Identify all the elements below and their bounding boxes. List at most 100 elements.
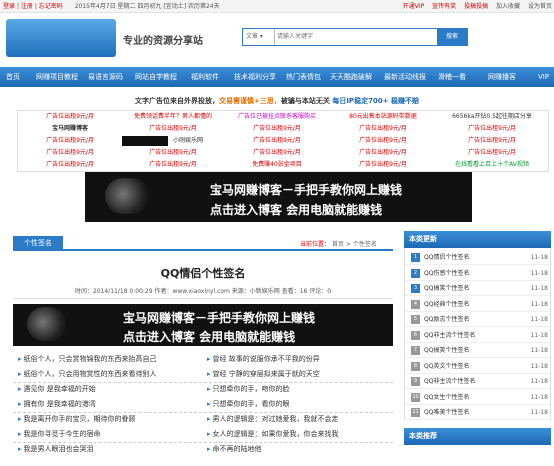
signature-text: 纸俗个人，只会用物赏性的东西来看待别人: [23, 370, 157, 378]
ad-slot[interactable]: 在线看看上百上十个AV视频: [436, 160, 548, 170]
nav-item-fun[interactable]: 滑稽一看: [438, 67, 466, 87]
breadcrumb-section[interactable]: 个性签名: [353, 241, 377, 248]
ad-slot[interactable]: 广告位出租9元/月: [436, 136, 548, 146]
sidebar-list-item[interactable]: 8 QQ英文个性签名 11-18: [405, 359, 552, 374]
bullet-icon: ▸: [207, 445, 211, 453]
sidebar-list-item[interactable]: 5 QQ励志个性签名 11-18: [405, 312, 552, 327]
sidebar-list: 1 QQ情侣个性签名 11-18 2 QQ伤感个性签名 11-18 3 QQ搞笑个性签名 11-…: [404, 248, 552, 420]
ad-slot[interactable]: 6656ka开钻0.5起往期店分享: [436, 112, 548, 122]
signature-item: ▸ 只想牵你的手，看你的眼: [207, 399, 290, 409]
sidebar-item-title[interactable]: QQ经典个性签名: [424, 297, 469, 312]
ad-slot[interactable]: 小刚娱乐网: [122, 136, 224, 146]
ad-slot[interactable]: 广告位已被挂点联系客服购买: [224, 112, 330, 122]
sidebar-item-title[interactable]: QQ非主流个性签名: [424, 374, 475, 389]
nav-item-vip[interactable]: VIP: [538, 67, 549, 87]
sidebar-item-date: 11-18: [530, 285, 548, 292]
signature-item: ▸ 曾经 宁静的穿层拟来属于就的天空: [207, 369, 320, 379]
nav-item-tech[interactable]: 技术福利分享: [234, 67, 276, 87]
sidebar-item-title[interactable]: QQ情侣个性签名: [424, 250, 469, 265]
sidebar-list-item[interactable]: 3 QQ搞笑个性签名 11-18: [405, 281, 552, 296]
ad-slot[interactable]: 广告位出租9元/月: [330, 160, 436, 170]
nav-item-emoji[interactable]: 热门表情包: [286, 67, 321, 87]
rank-badge: 6: [411, 330, 420, 340]
ad-slot[interactable]: 广告位出租9元/月: [330, 148, 436, 158]
ad-slot[interactable]: 免费赚40张金项目: [224, 160, 330, 170]
ad-slot[interactable]: 广告位出租9元/月: [330, 124, 436, 134]
ad-slot[interactable]: 广告位出租9元/月: [122, 160, 224, 170]
sidebar-list-item[interactable]: 2 QQ伤感个性签名 11-18: [405, 266, 552, 281]
set-homepage-link[interactable]: 设为首页: [528, 3, 552, 10]
bookmark-link[interactable]: 加入收藏: [496, 3, 520, 10]
nav-item-game[interactable]: 天天酷跑破解: [330, 67, 372, 87]
sidebar-list-item[interactable]: 9 QQ非主流个性签名 11-18: [405, 374, 552, 389]
article-banner[interactable]: 宝马网赚博客－手把手教你网上赚钱 点击进入博客 会用电脑就能赚钱: [13, 304, 393, 346]
ad-slot[interactable]: 广告位出租9元/月: [18, 160, 122, 170]
ad-slot[interactable]: 广告位出租9元/月: [122, 148, 224, 158]
divider: [13, 298, 393, 299]
sidebar-item-title[interactable]: QQ搞笑个性签名: [424, 343, 469, 358]
article-meta: 时间：2014/11/18 0:00:29 作者：www.xiaoxinyl.c…: [74, 288, 332, 295]
headphone-image: [27, 307, 67, 341]
sidebar-list-item[interactable]: 6 QQ非主流个性签名 11-18: [405, 328, 552, 343]
nav-item-projects[interactable]: 网赚项目教程: [36, 67, 78, 87]
rank-badge: 11: [411, 408, 420, 417]
search-category-select[interactable]: 文章 ▾: [243, 29, 275, 45]
promo-link[interactable]: 宣传有奖: [432, 3, 456, 10]
sidebar-item-title[interactable]: QQ搞笑个性签名: [424, 281, 469, 296]
top-banner[interactable]: 宝马网赚博客－手把手教你网上赚钱 点击进入博客 会用电脑就能赚钱: [85, 172, 472, 222]
ad-slot[interactable]: 免费领话费半年？男人都懂的: [122, 112, 224, 122]
sidebar-item-date: 11-18: [530, 409, 548, 416]
sidebar-item-title[interactable]: QQ非主流个性签名: [424, 328, 475, 343]
sidebar-list-item[interactable]: 4 QQ经典个性签名 11-18: [405, 297, 552, 312]
bullet-icon: ▸: [18, 400, 22, 408]
ad-slot[interactable]: 广告位出租9元/月: [18, 112, 122, 122]
ad-slot[interactable]: 广告位出租9元/月: [18, 148, 122, 158]
search-button[interactable]: 搜索: [437, 29, 467, 45]
ad-slot[interactable]: 广告位出租9元/月: [436, 148, 548, 158]
lunar-day-text: 农历第24天: [187, 3, 220, 10]
login-link[interactable]: 登录: [3, 3, 15, 10]
banner-line-2: 点击进入博客 会用电脑就能赚钱: [210, 203, 383, 217]
bullet-icon: ▸: [207, 415, 211, 423]
search-input[interactable]: [277, 29, 427, 45]
sidebar-item-title[interactable]: QQ英文个性签名: [424, 359, 469, 374]
forgot-password-link[interactable]: 忘记密码: [39, 3, 63, 10]
sidebar-list-item[interactable]: 10 QQ女生个性签名 11-18: [405, 390, 552, 405]
nav-item-source[interactable]: 易语言源码: [88, 67, 123, 87]
ad-notice-warning: 交易需谨慎+三思，: [219, 97, 281, 105]
sidebar-item-title[interactable]: QQ女生个性签名: [424, 390, 469, 405]
site-logo[interactable]: [6, 19, 116, 57]
breadcrumb-home[interactable]: 首页: [332, 241, 344, 248]
rank-badge: 7: [411, 346, 420, 355]
rank-badge: 3: [411, 284, 420, 293]
sidebar-list-item[interactable]: 7 QQ搞笑个性签名 11-18: [405, 343, 552, 358]
sidebar-item-title[interactable]: QQ唯美个性签名: [424, 405, 469, 420]
ad-slot[interactable]: 广告位出租9元/月: [224, 148, 330, 158]
sidebar-list-item[interactable]: 1 QQ情侣个性签名 11-18: [405, 250, 552, 265]
ad-slot[interactable]: 80元出售本站源码带数据: [330, 112, 436, 122]
ad-slot[interactable]: 广告位出租9元/月: [224, 124, 330, 134]
sidebar-item-title[interactable]: QQ伤感个性签名: [424, 266, 469, 281]
nav-item-tutorials[interactable]: 网站自学教程: [135, 67, 177, 87]
nav-item-blog[interactable]: 网赚播客: [488, 67, 516, 87]
sidebar-item-title[interactable]: QQ励志个性签名: [424, 312, 469, 327]
ad-slot[interactable]: 广告位出租9元/月: [330, 136, 436, 146]
ad-slot[interactable]: 宝马网赚博客: [18, 124, 122, 134]
nav-item-events[interactable]: 最新活动线报: [384, 67, 426, 87]
sidebar-list-item[interactable]: 11 QQ唯美个性签名 11-18: [405, 405, 552, 420]
vip-link[interactable]: 开通VIP: [403, 3, 425, 10]
signature-text: 纸俗个人，只会赏物锦我的东西来抬高自己: [23, 355, 157, 363]
ad-slot[interactable]: 广告位出租9元/月: [224, 136, 330, 146]
ad-notice-prefix: 文字广告位来自外界投放，: [135, 97, 220, 105]
ad-slot[interactable]: 广告位出租9元/月: [18, 136, 122, 146]
ad-slot[interactable]: 广告位出租9元/月: [436, 124, 548, 134]
tab-signature[interactable]: 个性签名: [13, 236, 63, 251]
ad-slot[interactable]: 广告位出租9元/月: [122, 124, 224, 134]
nav-item-home[interactable]: 首页: [6, 67, 20, 87]
register-link[interactable]: 注册: [21, 3, 33, 10]
sidebar-item-date: 11-18: [530, 316, 548, 323]
submit-link[interactable]: 投稿投搞: [464, 3, 488, 10]
nav-item-software[interactable]: 福利软件: [191, 67, 219, 87]
signature-item: ▸ 我是离开你手的宝贝，期待你的眷顾: [18, 414, 136, 424]
article-banner-line-1: 宝马网赚博客－手把手教你网上赚钱: [123, 311, 316, 325]
